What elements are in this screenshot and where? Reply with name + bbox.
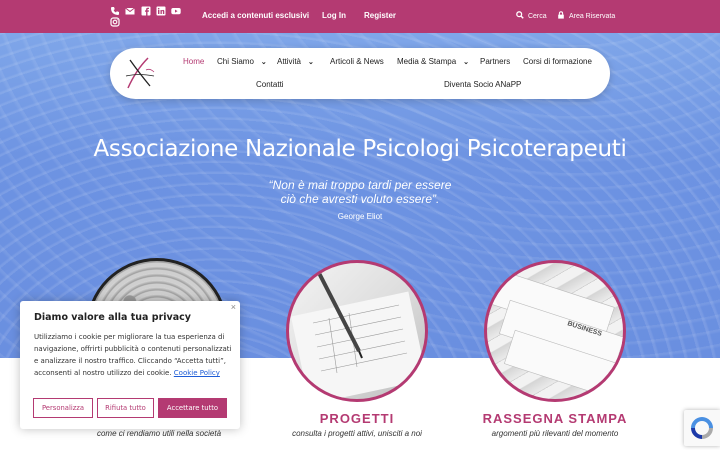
activity-subtitle: come ci rendiamo utili nella società	[96, 429, 222, 438]
nav-contatti[interactable]: Contatti	[256, 80, 284, 89]
cookie-text: Utilizziamo i cookie per migliorare la t…	[34, 331, 234, 379]
lock-icon	[558, 11, 564, 19]
social-links	[110, 6, 190, 30]
top-bar: Accedi a contenuti esclusivi Log In Regi…	[0, 0, 720, 33]
facebook-icon[interactable]	[141, 6, 151, 19]
close-icon[interactable]: ×	[231, 302, 236, 312]
search-label: Cerca	[527, 13, 547, 20]
recaptcha-icon	[691, 417, 713, 439]
nav-articoli-news[interactable]: Articoli & News	[330, 57, 384, 66]
cookie-policy-link[interactable]: Cookie Policy	[174, 369, 220, 377]
nav-attivita-label: Attività	[277, 57, 302, 66]
nav-chi-siamo-label: Chi Siamo	[217, 57, 254, 66]
quote-author: George Eliot	[337, 212, 383, 221]
page-title: Associazione Nazionale Psicologi Psicote…	[93, 136, 627, 162]
main-navigation: Home Chi Siamo ⌄ Attività ⌄ Articoli & New…	[110, 48, 610, 99]
search-link[interactable]: Cerca	[516, 11, 547, 20]
chevron-down-icon: ⌄	[463, 59, 470, 66]
nav-media-stampa[interactable]: Media & Stampa ⌄	[397, 57, 469, 66]
reject-all-button[interactable]: Rifiuta tutto	[97, 398, 154, 418]
nav-partners[interactable]: Partners	[480, 57, 510, 66]
press-review-subtitle: argomenti più rilevanti del momento	[491, 429, 619, 438]
projects-title[interactable]: PROGETTI	[280, 411, 434, 426]
nav-home[interactable]: Home	[183, 57, 204, 66]
hero-quote-line-2: ciò che avresti voluto essere”.	[280, 192, 440, 206]
chevron-down-icon: ⌄	[260, 59, 267, 66]
cookie-title: Diamo valore alla tua privacy	[34, 312, 191, 323]
nav-diventa-socio[interactable]: Diventa Socio ANaPP	[444, 80, 521, 89]
youtube-icon[interactable]	[171, 6, 181, 19]
cookie-banner: × Diamo valore alla tua privacy Utilizzi…	[20, 301, 240, 429]
nav-corsi-formazione[interactable]: Corsi di formazione	[523, 57, 592, 66]
press-review-title[interactable]: RASSEGNA STAMPA	[470, 411, 640, 426]
customize-button[interactable]: Personalizza	[33, 398, 93, 418]
press-review-image[interactable]: BUSINESS	[484, 260, 626, 402]
chevron-down-icon: ⌄	[308, 59, 314, 66]
reserved-area-label: Area Riservata	[568, 13, 616, 20]
newspapers-illustration: BUSINESS	[488, 269, 623, 399]
mail-icon[interactable]	[125, 6, 135, 19]
nav-chi-siamo[interactable]: Chi Siamo ⌄	[217, 57, 267, 66]
search-icon	[516, 11, 524, 19]
linkedin-icon[interactable]	[156, 6, 166, 19]
register-link[interactable]: Register	[364, 11, 396, 20]
login-link[interactable]: Log In	[322, 11, 346, 20]
reserved-area-link[interactable]: Area Riservata	[557, 11, 615, 20]
site-logo[interactable]	[124, 56, 160, 90]
projects-subtitle: consulta i progetti attivi, unisciti a n…	[292, 429, 422, 438]
accept-all-button[interactable]: Accettare tutto	[158, 398, 227, 418]
hero-quote: “Non è mai troppo tardi per essere ciò c…	[0, 178, 720, 206]
projects-image[interactable]	[286, 260, 428, 402]
notebook-pen-illustration	[290, 272, 425, 399]
recaptcha-badge[interactable]	[684, 410, 720, 446]
hero-quote-line-1: “Non è mai troppo tardi per essere	[268, 178, 452, 192]
instagram-icon[interactable]	[110, 17, 120, 30]
nav-media-stampa-label: Media & Stampa	[397, 57, 457, 66]
nav-attivita[interactable]: Attività ⌄	[277, 57, 314, 66]
exclusive-content-link[interactable]: Accedi a contenuti esclusivi	[202, 11, 309, 20]
